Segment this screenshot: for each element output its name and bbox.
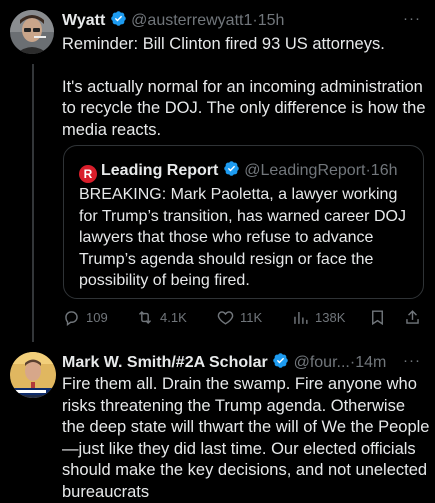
quoted-tweet-text: BREAKING: Mark Paoletta, a lawyer workin… [79, 186, 406, 289]
repost-button[interactable]: 4.1K [135, 308, 187, 327]
author-handle[interactable]: @austerrewyatt1 [131, 12, 252, 29]
tweet1-text: Reminder: Bill Clinton fired 93 US attor… [62, 34, 432, 141]
views-button[interactable]: 138K [291, 308, 345, 327]
views-count: 138K [315, 310, 346, 325]
repost-icon [135, 308, 155, 327]
author-handle[interactable]: @four... [294, 354, 350, 371]
quoted-author-name: Leading Report [101, 162, 219, 179]
quoted-tweet-header: R Leading Report @LeadingReport·16h [79, 160, 398, 183]
quoted-tweet-card[interactable]: R Leading Report @LeadingReport·16h BREAK… [63, 145, 424, 299]
reply-icon [62, 308, 81, 327]
quoted-tweet-time: 16h [370, 162, 398, 179]
share-button[interactable] [403, 308, 422, 327]
like-button[interactable]: 11K [216, 308, 262, 327]
tweet1-header: Wyatt @austerrewyatt1·15h [62, 10, 284, 32]
tweet2-text: Fire them all. Drain the swamp. Fire any… [62, 375, 430, 501]
verified-icon [272, 352, 289, 374]
bookmark-icon [368, 308, 387, 327]
tweet1-paragraph-2: It's actually normal for an incoming adm… [62, 77, 426, 139]
tweet2-header: Mark W. Smith/#2A Scholar @four...·14m [62, 352, 386, 374]
verified-icon [110, 10, 127, 32]
quoted-author-handle: @LeadingReport [244, 162, 366, 179]
author-name[interactable]: Mark W. Smith/#2A Scholar [62, 354, 268, 371]
thread-line [32, 64, 34, 342]
verified-icon [223, 160, 240, 182]
author-name[interactable]: Wyatt [62, 12, 105, 29]
reply-count: 109 [86, 310, 108, 325]
reply-button[interactable]: 109 [62, 308, 108, 327]
bookmark-button[interactable] [368, 308, 387, 327]
leading-report-logo: R [79, 165, 97, 183]
avatar-mark-w-smith[interactable] [10, 352, 56, 398]
timeline: Wyatt @austerrewyatt1·15h ··· Reminder: … [0, 0, 435, 501]
views-icon [291, 308, 310, 327]
avatar-wyatt[interactable] [10, 10, 54, 54]
share-icon [403, 308, 422, 327]
tweet-time[interactable]: 15h [258, 12, 285, 29]
repost-count: 4.1K [160, 310, 187, 325]
like-icon [216, 308, 235, 327]
tweet1-paragraph-1: Reminder: Bill Clinton fired 93 US attor… [62, 35, 385, 53]
more-options-button[interactable]: ··· [403, 352, 421, 369]
tweet-action-bar: 109 4.1K 11K 138K [62, 308, 432, 332]
tweet-time[interactable]: 14m [355, 354, 386, 371]
more-options-button[interactable]: ··· [403, 10, 421, 27]
like-count: 11K [240, 310, 263, 325]
